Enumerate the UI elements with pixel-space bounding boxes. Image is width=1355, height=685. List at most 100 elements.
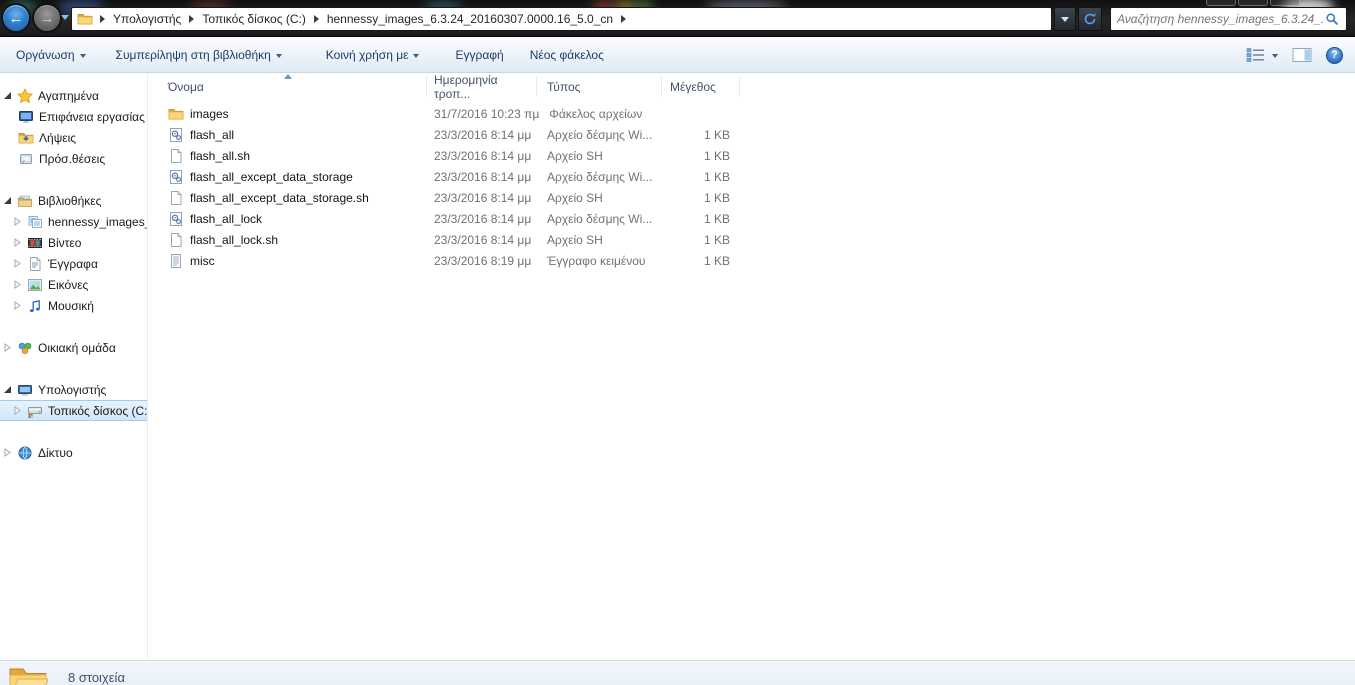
breadcrumb-separator-icon — [100, 15, 105, 23]
table-row[interactable]: flash_all_lock 23/3/2016 8:14 μμ Αρχείο … — [149, 208, 1355, 229]
file-size: 1 KB — [703, 169, 730, 184]
column-header-label: Ημερομηνία τροπ... — [434, 72, 498, 101]
expander-collapsed-icon[interactable] — [13, 280, 22, 289]
table-row[interactable]: misc 23/3/2016 8:19 μμ Έγγραφο κειμένου … — [149, 250, 1355, 271]
current-folder-icon — [77, 11, 93, 27]
file-type: Αρχείο SH — [547, 190, 603, 205]
new-folder-label: Νέος φάκελος — [529, 47, 604, 62]
search-input[interactable] — [1117, 12, 1324, 26]
homegroup-icon — [17, 340, 33, 356]
table-row[interactable]: flash_all_except_data_storage.sh 23/3/20… — [149, 187, 1355, 208]
table-row[interactable]: flash_all 23/3/2016 8:14 μμ Αρχείο δέσμη… — [149, 124, 1355, 145]
file-type: Αρχείο SH — [547, 148, 603, 163]
column-headers: Όνομα Ημερομηνία τροπ... Τύπος Μέγεθος — [149, 73, 1355, 101]
sidebar-item-music[interactable]: Μουσική — [0, 295, 147, 316]
star-icon — [17, 87, 33, 104]
chevron-down-icon — [275, 53, 282, 58]
column-header-label: Όνομα — [168, 79, 204, 94]
sidebar-item-hennessy-library[interactable]: hennessy_images_6. — [0, 211, 147, 232]
sidebar-item-desktop[interactable]: Επιφάνεια εργασίας — [0, 106, 147, 127]
computer-icon — [17, 382, 33, 398]
file-name: flash_all_except_data_storage.sh — [190, 190, 369, 205]
share-with-button[interactable]: Κοινή χρήση με — [318, 43, 428, 67]
sidebar-item-local-disk-c-selected[interactable]: Τοπικός δίσκος (C:) — [0, 400, 147, 421]
table-row[interactable]: flash_all_lock.sh 23/3/2016 8:14 μμ Αρχε… — [149, 229, 1355, 250]
change-view-button[interactable] — [1246, 47, 1278, 63]
disk-drive-icon — [27, 403, 43, 419]
expander-collapsed-icon[interactable] — [13, 406, 22, 415]
sidebar-item-label: Εικόνες — [48, 277, 89, 292]
breadcrumb-item-local-disk[interactable]: Τοπικός δίσκος (C:) — [201, 10, 307, 28]
libraries-icon — [17, 193, 33, 209]
column-header-type[interactable]: Τύπος — [537, 76, 662, 97]
address-dropdown-button[interactable] — [1054, 7, 1076, 31]
breadcrumb-item-computer[interactable]: Υπολογιστής — [112, 10, 182, 28]
sidebar-item-label: Επιφάνεια εργασίας — [39, 109, 145, 124]
new-folder-button[interactable]: Νέος φάκελος — [522, 43, 612, 67]
table-row[interactable]: flash_all_except_data_storage 23/3/2016 … — [149, 166, 1355, 187]
sidebar-item-label: Λήψεις — [39, 130, 77, 145]
sidebar-item-videos[interactable]: Βίντεο — [0, 232, 147, 253]
expander-expanded-icon[interactable] — [3, 196, 12, 205]
file-date: 23/3/2016 8:14 μμ — [434, 127, 532, 142]
organize-button[interactable]: Οργάνωση — [8, 43, 94, 67]
preview-pane-button[interactable] — [1292, 47, 1312, 63]
sidebar-item-documents[interactable]: Έγγραφα — [0, 253, 147, 274]
items-count: 8 στοιχεία — [68, 670, 125, 685]
refresh-button[interactable] — [1078, 7, 1102, 31]
sidebar-item-label: Έγγραφα — [48, 256, 98, 271]
videos-icon — [27, 235, 43, 251]
sidebar-section-homegroup[interactable]: Οικιακή ομάδα — [0, 337, 147, 358]
sidebar-section-network[interactable]: Δίκτυο — [0, 442, 147, 463]
close-button-ghost[interactable] — [1270, 0, 1300, 6]
maximize-button-ghost[interactable] — [1238, 0, 1268, 6]
breadcrumb-separator-icon[interactable] — [189, 15, 195, 23]
back-button[interactable]: ← — [1, 3, 31, 33]
file-type: Αρχείο δέσμης Wi... — [547, 211, 653, 226]
file-type: Αρχείο δέσμης Wi... — [547, 127, 653, 142]
help-button[interactable]: ? — [1326, 46, 1343, 64]
sidebar-item-recent-places[interactable]: Πρόσ.θέσεις — [0, 148, 147, 169]
burn-button[interactable]: Εγγραφή — [447, 43, 511, 67]
batch-file-icon — [168, 211, 184, 227]
file-rows: images 31/7/2016 10:23 πμ Φάκελος αρχείω… — [149, 103, 1355, 271]
breadcrumb-separator-icon[interactable] — [621, 15, 627, 23]
search-icon[interactable] — [1324, 11, 1340, 27]
forward-button[interactable]: → — [32, 3, 62, 33]
file-name: flash_all_lock — [190, 211, 263, 226]
address-bar[interactable]: Υπολογιστής Τοπικός δίσκος (C:) hennessy… — [71, 7, 1052, 31]
sidebar-item-pictures[interactable]: Εικόνες — [0, 274, 147, 295]
sidebar-item-downloads[interactable]: Λήψεις — [0, 127, 147, 148]
table-row[interactable]: flash_all.sh 23/3/2016 8:14 μμ Αρχείο SH… — [149, 145, 1355, 166]
minimize-button-ghost[interactable] — [1206, 0, 1236, 6]
expander-collapsed-icon[interactable] — [13, 259, 22, 268]
sidebar-section-libraries[interactable]: Βιβλιοθήκες — [0, 190, 147, 211]
expander-expanded-icon[interactable] — [3, 91, 12, 100]
include-in-library-label: Συμπερίληψη στη βιβλιοθήκη — [115, 47, 271, 62]
column-header-name[interactable]: Όνομα — [149, 76, 427, 97]
expander-expanded-icon[interactable] — [3, 385, 12, 394]
downloads-icon — [18, 130, 34, 146]
expander-collapsed-icon[interactable] — [3, 448, 12, 457]
column-header-label: Τύπος — [547, 79, 581, 94]
column-header-date-modified[interactable]: Ημερομηνία τροπ... — [427, 73, 537, 101]
search-box[interactable] — [1110, 7, 1347, 31]
column-header-size[interactable]: Μέγεθος — [662, 76, 740, 97]
file-type: Αρχείο δέσμης Wi... — [547, 169, 653, 184]
expander-collapsed-icon[interactable] — [13, 238, 22, 247]
back-arrow-icon: ← — [8, 9, 24, 27]
include-in-library-button[interactable]: Συμπερίληψη στη βιβλιοθήκη — [108, 43, 290, 67]
expander-collapsed-icon[interactable] — [3, 343, 12, 352]
expander-collapsed-icon[interactable] — [13, 217, 22, 226]
breadcrumb-separator-icon[interactable] — [313, 15, 319, 23]
expander-collapsed-icon[interactable] — [13, 301, 22, 310]
file-size: 1 KB — [703, 211, 730, 226]
recent-pages-dropdown-icon[interactable] — [61, 15, 69, 20]
table-row[interactable]: images 31/7/2016 10:23 πμ Φάκελος αρχείω… — [149, 103, 1355, 124]
breadcrumb-item-current-folder[interactable]: hennessy_images_6.3.24_20160307.0000.16_… — [326, 10, 614, 28]
sidebar-section-computer[interactable]: Υπολογιστής — [0, 379, 147, 400]
sidebar-item-label: Τοπικός δίσκος (C:) — [48, 403, 148, 418]
batch-file-icon — [168, 127, 184, 143]
command-bar: Οργάνωση Συμπερίληψη στη βιβλιοθήκη Κοιν… — [0, 37, 1355, 73]
sidebar-section-favorites[interactable]: Αγαπημένα — [0, 85, 147, 106]
